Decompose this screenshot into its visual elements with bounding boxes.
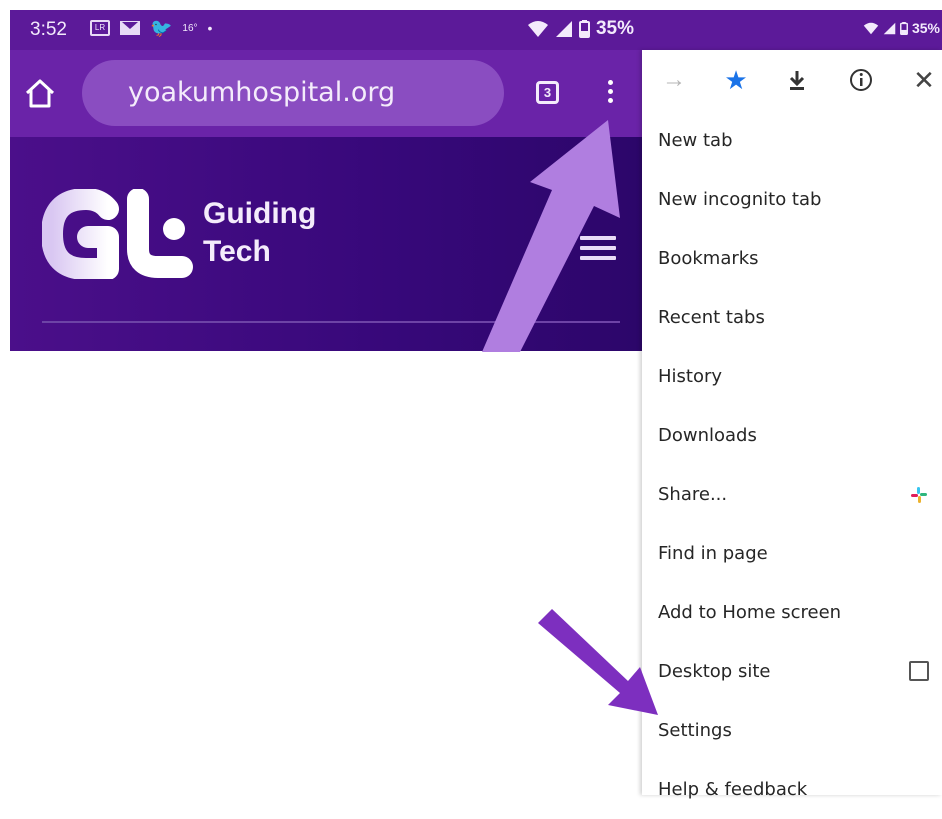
menu-item-label: Add to Home screen — [658, 602, 842, 623]
battery-icon — [899, 21, 908, 35]
pointer-arrow-settings — [538, 609, 658, 715]
menu-item-label: New incognito tab — [658, 189, 822, 210]
address-bar[interactable]: yoakumhospital.org — [82, 60, 504, 126]
menu-item-bookmarks[interactable]: Bookmarks — [642, 230, 942, 288]
menu-item-label: Bookmarks — [658, 248, 759, 269]
menu-item-downloads[interactable]: Downloads — [642, 407, 942, 465]
menu-item-add-to-home-screen[interactable]: Add to Home screen — [642, 584, 942, 642]
signal-icon — [555, 21, 572, 37]
battery-icon — [578, 20, 590, 38]
temperature-label: 16° — [182, 22, 198, 34]
menu-item-label: Desktop site — [658, 661, 771, 682]
menu-item-history[interactable]: History — [642, 348, 942, 406]
notification-icons: LR 🐦 16° • — [90, 18, 213, 38]
status-time: 3:52 — [30, 19, 67, 40]
wifi-icon — [527, 21, 548, 37]
brand-name-line2: Tech — [203, 235, 271, 268]
home-icon[interactable] — [22, 76, 58, 112]
menu-item-label: New tab — [658, 130, 733, 151]
system-icons: 35% — [527, 18, 634, 40]
slack-icon[interactable] — [910, 486, 928, 504]
close-icon[interactable]: ✕ — [910, 66, 938, 94]
menu-item-label: History — [658, 366, 723, 387]
download-icon[interactable] — [783, 66, 811, 94]
mail-icon — [120, 21, 140, 35]
menu-item-label: Recent tabs — [658, 307, 765, 328]
menu-item-help-feedback[interactable]: Help & feedback — [642, 761, 942, 819]
battery-percent: 35% — [911, 20, 940, 36]
browser-overflow-menu: → ★ ✕ New tab New incognito tab Bookmark… — [642, 50, 942, 800]
star-icon[interactable]: ★ — [722, 66, 750, 94]
menu-item-label: Share... — [658, 484, 728, 505]
menu-item-new-tab[interactable]: New tab — [642, 112, 942, 170]
menu-item-label: Find in page — [658, 543, 768, 564]
news-icon: LR — [90, 20, 110, 36]
desktop-site-checkbox[interactable] — [909, 661, 929, 681]
battery-percent: 35% — [595, 18, 634, 39]
menu-item-label: Help & feedback — [658, 779, 808, 800]
info-icon[interactable] — [847, 66, 875, 94]
right-status-bar: 35% — [642, 10, 942, 50]
forward-icon[interactable]: → — [660, 66, 688, 94]
menu-item-share[interactable]: Share... — [642, 466, 942, 524]
menu-item-label: Downloads — [658, 425, 757, 446]
url-text: yoakumhospital.org — [128, 77, 396, 108]
twitter-icon: 🐦 — [150, 18, 173, 38]
dot-icon: • — [207, 20, 213, 36]
menu-item-recent-tabs[interactable]: Recent tabs — [642, 289, 942, 347]
pointer-arrow-up — [482, 120, 620, 352]
menu-item-settings[interactable]: Settings — [642, 702, 942, 760]
brand-name-line1: Guiding — [203, 197, 317, 230]
wifi-icon — [863, 22, 879, 34]
menu-item-new-incognito-tab[interactable]: New incognito tab — [642, 171, 942, 229]
status-bar: 3:52 LR 🐦 16° • 35% — [10, 10, 642, 50]
guiding-tech-logo — [42, 189, 193, 279]
menu-item-find-in-page[interactable]: Find in page — [642, 525, 942, 583]
signal-icon — [883, 22, 896, 34]
more-menu-icon[interactable] — [605, 80, 615, 110]
menu-item-desktop-site[interactable]: Desktop site — [642, 643, 942, 701]
menu-toolbar: → ★ ✕ — [642, 50, 942, 112]
right-system-icons: 35% — [863, 20, 940, 36]
tab-switcher-button[interactable]: 3 — [536, 81, 559, 104]
